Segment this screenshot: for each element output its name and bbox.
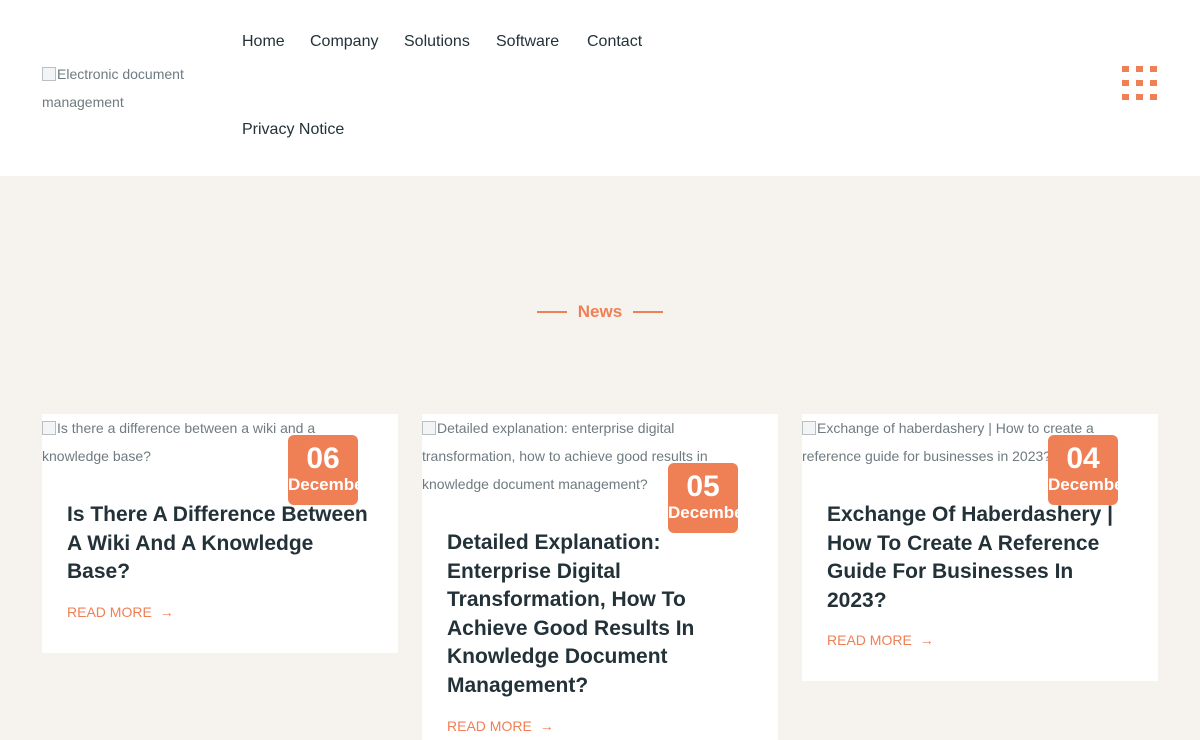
nav-contact[interactable]: Contact <box>587 33 642 51</box>
nav-solutions[interactable]: Solutions <box>404 33 470 51</box>
nav-home[interactable]: Home <box>242 33 285 51</box>
grid-dots-icon[interactable] <box>1122 66 1157 100</box>
read-more-label: READ MORE <box>827 632 912 648</box>
site-header: Electronic document management Home Comp… <box>0 0 1200 176</box>
read-more-label: READ MORE <box>67 604 152 620</box>
broken-image-icon <box>42 421 56 435</box>
card-title[interactable]: Is There A Difference Between A Wiki And… <box>67 501 377 587</box>
news-card: Detailed explanation: enterprise digital… <box>422 414 778 740</box>
arrow-right-icon: → <box>539 718 554 734</box>
card-image-alt: Is there a difference between a wiki and… <box>42 420 316 464</box>
site-logo[interactable]: Electronic document management <box>42 60 217 116</box>
broken-image-icon <box>42 67 56 81</box>
divider-left <box>536 311 567 313</box>
read-more-link[interactable]: READ MORE → <box>447 718 554 734</box>
date-month: December <box>668 503 738 522</box>
date-badge: 05 December <box>668 463 738 533</box>
section-title: News <box>577 302 623 321</box>
broken-image-icon <box>802 421 816 435</box>
date-day: 06 <box>306 442 340 475</box>
nav-privacy-notice[interactable]: Privacy Notice <box>242 121 344 139</box>
broken-image-icon <box>422 421 436 435</box>
card-title[interactable]: Detailed Explanation: Enterprise Digital… <box>447 529 757 700</box>
read-more-label: READ MORE <box>447 718 532 734</box>
date-month: December <box>288 475 358 494</box>
card-image-alt: Detailed explanation: enterprise digital… <box>422 420 708 492</box>
divider-right <box>633 311 664 313</box>
card-title[interactable]: Exchange Of Haberdashery | How To Create… <box>827 501 1137 615</box>
news-card: Is there a difference between a wiki and… <box>42 414 398 653</box>
logo-alt-text: Electronic document management <box>42 66 184 110</box>
date-day: 04 <box>1066 442 1100 475</box>
nav-company[interactable]: Company <box>310 33 378 51</box>
date-badge: 04 December <box>1048 435 1118 505</box>
date-month: December <box>1048 475 1118 494</box>
news-card: Exchange of haberdashery | How to create… <box>802 414 1158 681</box>
section-label: News <box>0 302 1200 322</box>
read-more-link[interactable]: READ MORE → <box>827 632 934 648</box>
date-badge: 06 December <box>288 435 358 505</box>
arrow-right-icon: → <box>919 632 934 648</box>
nav-software[interactable]: Software <box>496 33 559 51</box>
date-day: 05 <box>686 470 720 503</box>
arrow-right-icon: → <box>159 604 174 620</box>
read-more-link[interactable]: READ MORE → <box>67 604 174 620</box>
